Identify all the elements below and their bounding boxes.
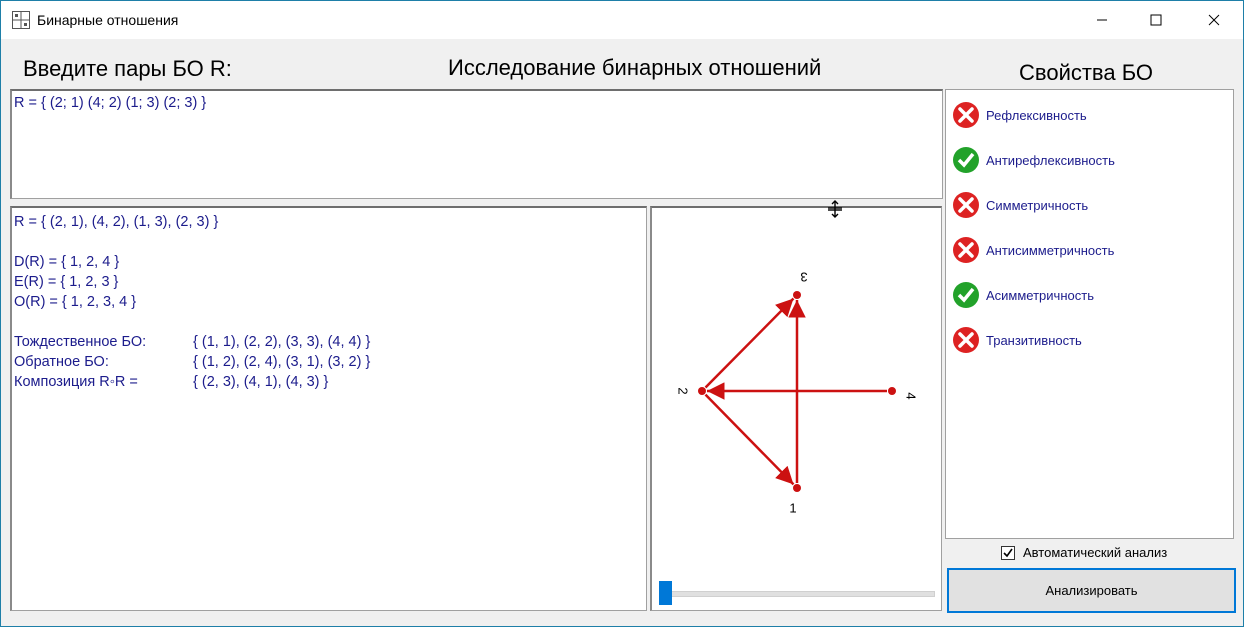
graph-node <box>698 387 706 395</box>
close-button[interactable] <box>1191 1 1237 39</box>
field-line: O(R) = { 1, 2, 3, 4 } <box>14 294 137 310</box>
maximize-button[interactable] <box>1133 1 1179 39</box>
property-label: Симметричность <box>986 197 1089 213</box>
inverse-value: { (1, 2), (2, 4), (3, 1), (3, 2) } <box>193 354 371 370</box>
graph-panel: 1 2 3 4 <box>650 206 942 611</box>
property-item: Асимметричность <box>952 280 1094 310</box>
properties-heading: Свойства БО <box>1019 60 1154 85</box>
graph-node <box>793 484 801 492</box>
slider-thumb[interactable] <box>659 581 672 605</box>
app-window: Бинарные отношения Введите пары БО R: Ис… <box>0 0 1244 627</box>
check-circle-icon <box>953 147 979 173</box>
property-label: Антирефлексивность <box>986 152 1115 168</box>
pairs-input-text: R = { (2; 1) (4; 2) (1; 3) (2; 3) } <box>14 95 207 111</box>
property-label: Асимметричность <box>986 287 1094 303</box>
close-icon <box>1208 14 1220 26</box>
cross-circle-icon <box>953 237 979 263</box>
property-item: Рефлексивность <box>952 100 1087 130</box>
title-bar: Бинарные отношения <box>1 1 1243 39</box>
property-label: Транзитивность <box>986 332 1082 348</box>
identity-label: Тождественное БО: <box>14 334 147 350</box>
cross-circle-icon <box>953 192 979 218</box>
maximize-icon <box>1150 14 1162 26</box>
graph-node <box>793 291 801 299</box>
graph-node-label: 4 <box>904 392 919 399</box>
cross-circle-icon <box>953 327 979 353</box>
property-item: Антирефлексивность <box>952 145 1115 175</box>
graph-node-label: 2 <box>676 387 691 394</box>
inverse-label: Обратное БО: <box>14 354 109 370</box>
graph-edge <box>704 297 795 389</box>
minimize-icon <box>1097 19 1107 21</box>
range-line: E(R) = { 1, 2, 3 } <box>14 274 119 290</box>
auto-analysis-label: Автоматический анализ <box>1023 545 1168 560</box>
pairs-input[interactable]: R = { (2; 1) (4; 2) (1; 3) (2; 3) } <box>10 89 943 199</box>
resize-cursor-icon <box>828 200 842 218</box>
auto-analysis-checkbox[interactable] <box>1001 546 1015 560</box>
graph-node <box>888 387 896 395</box>
composition-label: Композиция R◦R = <box>14 374 138 390</box>
property-item: Симметричность <box>952 190 1088 220</box>
property-label: Антисимметричность <box>986 242 1115 258</box>
identity-value: { (1, 1), (2, 2), (3, 3), (4, 4) } <box>193 334 371 350</box>
composition-value: { (2, 3), (4, 1), (4, 3) } <box>193 374 329 390</box>
graph-node-label: 3 <box>800 270 807 285</box>
slider-track[interactable] <box>671 591 935 597</box>
relation-graph: 1 2 3 4 <box>676 270 919 516</box>
analyze-button[interactable]: Анализировать <box>947 568 1236 613</box>
property-item: Антисимметричность <box>952 235 1114 265</box>
domain-line: D(R) = { 1, 2, 4 } <box>14 254 120 270</box>
properties-list: Рефлексивность Антирефлексивность Симметри… <box>945 89 1234 539</box>
property-label: Рефлексивность <box>986 107 1087 123</box>
graph-edge <box>704 393 795 486</box>
analyze-button-label: Анализировать <box>1045 583 1138 598</box>
graph-node-label: 1 <box>789 500 796 515</box>
results-output: R = { (2, 1), (4, 2), (1, 3), (2, 3) } D… <box>10 206 647 611</box>
property-item: Транзитивность <box>952 325 1082 355</box>
relation-line: R = { (2, 1), (4, 2), (1, 3), (2, 3) } <box>14 214 219 230</box>
cross-circle-icon <box>953 102 979 128</box>
app-icon <box>12 11 30 29</box>
page-title: Исследование бинарных отношений <box>448 55 822 80</box>
check-circle-icon <box>953 282 979 308</box>
input-heading: Введите пары БО R: <box>23 56 232 81</box>
check-icon <box>1003 548 1013 558</box>
window-title: Бинарные отношения <box>37 12 179 28</box>
minimize-button[interactable] <box>1079 1 1125 39</box>
